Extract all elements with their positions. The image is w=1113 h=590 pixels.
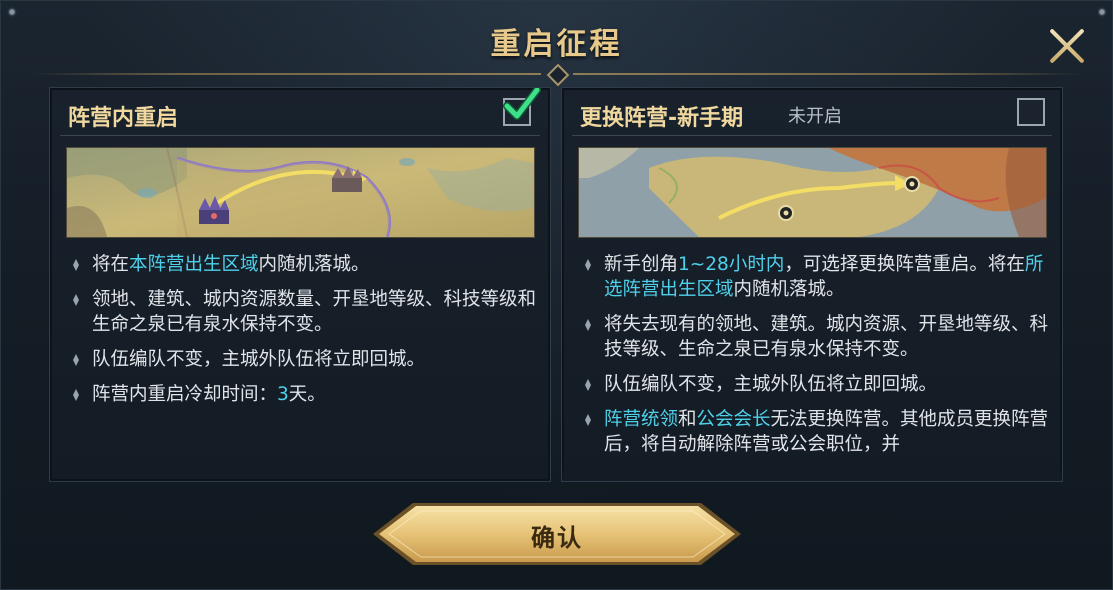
list-item: 队伍编队不变，主城外队伍将立即回城。 [68, 347, 538, 372]
option-checkbox[interactable] [1017, 98, 1045, 126]
list-item: 阵营统领和公会会长无法更换阵营。其他成员更换阵营后，将自动解除阵营或公会职位，并 [580, 407, 1050, 457]
scroll-fade [562, 467, 1062, 481]
list-item: 领地、建筑、城内资源数量、开垦地等级、科技等级和生命之泉已有泉水保持不变。 [68, 287, 538, 337]
description-list: 将在本阵营出生区域内随机落城。 领地、建筑、城内资源数量、开垦地等级、科技等级和… [68, 252, 538, 417]
list-item: 队伍编队不变，主城外队伍将立即回城。 [580, 372, 1050, 397]
panel-header: 更换阵营-新手期 未开启 [562, 88, 1062, 138]
bullet-diamond-icon [585, 414, 591, 426]
option-checkbox[interactable] [503, 88, 541, 126]
option-change-faction-newbie[interactable]: 更换阵营-新手期 未开启 新手创角1~28小时内，可选择更换阵营重启。将在所选阵… [561, 87, 1063, 482]
panel-header: 阵营内重启 [50, 88, 550, 138]
description-list: 新手创角1~28小时内，可选择更换阵营重启。将在所选阵营出生区域内随机落城。 将… [580, 252, 1050, 467]
bullet-diamond-icon [73, 354, 79, 366]
list-item: 将在本阵营出生区域内随机落城。 [68, 252, 538, 277]
status-label: 未开启 [788, 106, 842, 127]
restart-dialog: 重启征程 阵营内重启 将在本阵营出生区域内随机落城。 领地、建筑、城内资源数量、… [0, 0, 1113, 590]
confirm-button[interactable]: 确认 [373, 501, 741, 567]
confirm-button-label: 确认 [531, 524, 583, 552]
panel-title: 更换阵营-新手期 [580, 106, 744, 131]
title-divider [573, 73, 1083, 75]
header-divider [60, 135, 540, 136]
bullet-diamond-icon [73, 294, 79, 306]
bullet-diamond-icon [585, 379, 591, 391]
bullet-diamond-icon [73, 389, 79, 401]
list-item: 新手创角1~28小时内，可选择更换阵营重启。将在所选阵营出生区域内随机落城。 [580, 252, 1050, 302]
corner-rivet [7, 7, 17, 17]
option-restart-in-faction[interactable]: 阵营内重启 将在本阵营出生区域内随机落城。 领地、建筑、城内资源数量、开垦地等级… [49, 87, 551, 482]
close-icon[interactable] [1046, 25, 1088, 67]
dialog-title: 重启征程 [490, 27, 623, 62]
bullet-diamond-icon [585, 259, 591, 271]
checkmark-icon [503, 88, 541, 120]
title-divider [31, 73, 541, 75]
corner-rivet [1097, 7, 1107, 17]
map-preview-image [66, 147, 535, 238]
list-item: 将失去现有的领地、建筑。城内资源、开垦地等级、科技等级、生命之泉已有泉水保持不变… [580, 312, 1050, 362]
header-divider [572, 135, 1052, 136]
map-preview-image [578, 147, 1047, 238]
bullet-diamond-icon [585, 319, 591, 331]
bullet-diamond-icon [73, 259, 79, 271]
title-ornament [546, 63, 570, 87]
panel-title: 阵营内重启 [68, 106, 179, 131]
list-item: 阵营内重启冷却时间：3天。 [68, 382, 538, 407]
